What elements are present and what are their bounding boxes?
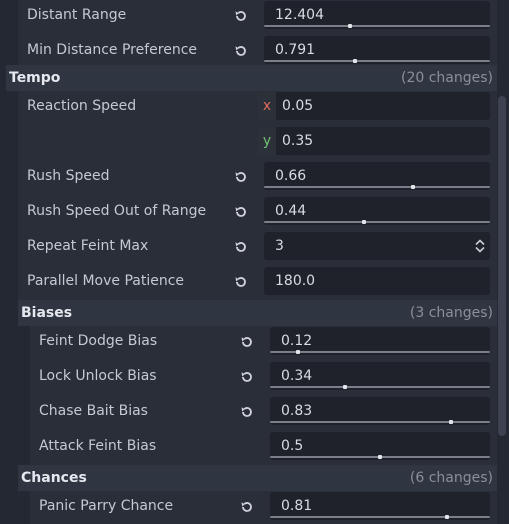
slider-track [264,25,490,27]
slider-track [270,516,490,518]
revert-icon[interactable] [234,205,248,219]
range-slider[interactable]: 0.81 [270,492,490,520]
range-slider[interactable]: 0.44 [264,197,490,225]
vector-y-value: 0.35 [282,133,314,149]
revert-icon[interactable] [240,405,254,419]
vertical-scrollbar[interactable] [498,96,506,436]
slider-grabber[interactable] [449,420,453,424]
revert-icon[interactable] [234,44,248,58]
section-header-tempo[interactable]: Tempo (20 changes) [6,65,497,91]
range-slider[interactable]: 0.12 [270,327,490,355]
slider-track [270,351,490,353]
revert-icon[interactable] [234,240,248,254]
vector-y-field[interactable]: y 0.35 [258,127,490,155]
section-header-chances[interactable]: Chances (6 changes) [18,465,497,491]
section-title: Chances [21,470,87,486]
property-label: Min Distance Preference [27,42,198,58]
vector-x-field[interactable]: x 0.05 [258,92,490,120]
range-slider[interactable]: 0.66 [264,162,490,190]
property-parallel-move-patience: Parallel Move Patience 180.0 [0,266,497,301]
property-label: Parallel Move Patience [27,273,185,289]
revert-icon[interactable] [234,275,248,289]
property-label: Lock Unlock Bias [39,368,157,384]
slider-grabber[interactable] [296,350,300,354]
revert-icon[interactable] [240,370,254,384]
spinbox-value: 3 [275,238,284,254]
section-title: Tempo [9,70,61,86]
section-changes-count: (3 changes) [409,305,493,321]
property-attack-feint-bias: Attack Feint Bias 0.5 [0,431,497,466]
section-title: Biases [21,305,73,321]
slider-grabber[interactable] [353,59,357,63]
range-slider[interactable]: 0.34 [270,362,490,390]
property-lock-unlock-bias: Lock Unlock Bias 0.34 [0,361,497,396]
property-reaction-speed: Reaction Speed x 0.05 y 0.35 [0,91,497,161]
property-panic-parry-chance: Panic Parry Chance 0.81 [0,491,497,524]
property-label: Feint Dodge Bias [39,333,158,349]
revert-icon[interactable] [240,335,254,349]
range-slider[interactable]: 0.83 [270,397,490,425]
number-value: 180.0 [275,273,316,289]
range-slider[interactable]: 0.791 [264,36,490,64]
property-label: Reaction Speed [27,98,137,114]
property-label: Rush Speed Out of Range [27,203,207,219]
revert-icon[interactable] [234,9,248,23]
range-slider[interactable]: 12.404 [264,1,490,29]
slider-grabber[interactable] [362,220,366,224]
property-label: Chase Bait Bias [39,403,148,419]
property-label: Rush Speed [27,168,110,184]
number-spinbox[interactable]: 3 [264,232,490,260]
slider-track [264,221,490,223]
number-field[interactable]: 180.0 [264,267,490,295]
property-repeat-feint-max: Repeat Feint Max 3 [0,231,497,266]
revert-icon[interactable] [234,170,248,184]
revert-icon[interactable] [240,500,254,514]
property-rush-speed-out-of-range: Rush Speed Out of Range 0.44 [0,196,497,231]
property-label: Panic Parry Chance [39,498,174,514]
slider-grabber[interactable] [348,24,352,28]
section-header-biases[interactable]: Biases (3 changes) [18,300,497,326]
slider-grabber[interactable] [445,515,449,519]
section-changes-count: (6 changes) [409,470,493,486]
slider-track [270,386,490,388]
axis-x-label: x [258,92,276,120]
axis-y-label: y [258,127,276,155]
section-changes-count: (20 changes) [400,70,493,86]
property-label: Distant Range [27,7,127,23]
slider-grabber[interactable] [411,185,415,189]
property-label: Attack Feint Bias [39,438,157,454]
vector-x-value: 0.05 [282,98,314,114]
slider-track [264,186,490,188]
property-feint-dodge-bias: Feint Dodge Bias 0.12 [0,326,497,361]
slider-track [270,421,490,423]
property-distant-range: Distant Range 12.404 [0,0,497,35]
property-rush-speed: Rush Speed 0.66 [0,161,497,196]
slider-track [264,60,490,62]
spin-arrows-icon[interactable] [474,239,486,253]
property-label: Repeat Feint Max [27,238,149,254]
slider-grabber[interactable] [378,455,382,459]
property-chase-bait-bias: Chase Bait Bias 0.83 [0,396,497,431]
slider-grabber[interactable] [343,385,347,389]
range-slider[interactable]: 0.5 [270,432,490,460]
